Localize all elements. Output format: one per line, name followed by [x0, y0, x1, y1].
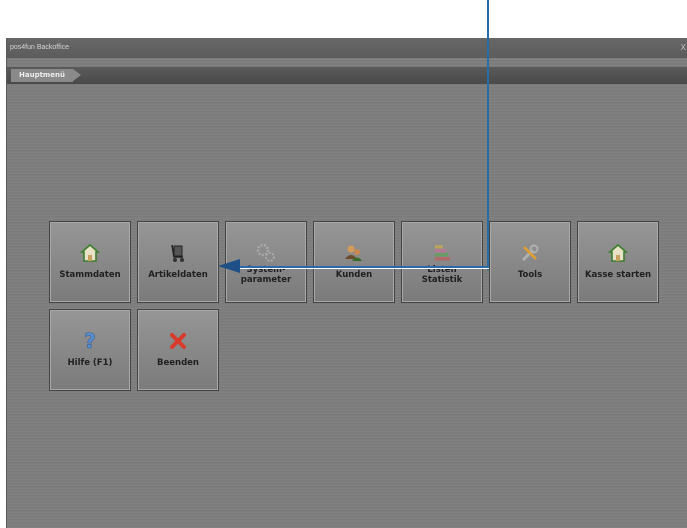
breadcrumb-hauptmenu[interactable]: Hauptmenü: [11, 69, 73, 82]
tile-stammdaten[interactable]: Stammdaten: [49, 221, 131, 303]
tile-label: Kasse starten: [584, 270, 652, 280]
tile-label: Stammdaten: [59, 270, 121, 280]
house-icon: [578, 242, 658, 264]
tile-beenden[interactable]: Beenden: [137, 309, 219, 391]
annotation-line-vertical: [487, 0, 489, 270]
tile-label: Hilfe (F1): [67, 358, 113, 368]
tile-kunden[interactable]: Kunden: [313, 221, 395, 303]
tile-label: Artikeldaten: [148, 270, 208, 280]
breadcrumb-bar: Hauptmenü: [7, 67, 687, 84]
tile-artikeldaten[interactable]: Artikeldaten: [137, 221, 219, 303]
tile-tools[interactable]: Tools: [489, 221, 571, 303]
annotation-line-horizontal: [236, 266, 489, 268]
tile-hilfe[interactable]: ? Hilfe (F1): [49, 309, 131, 391]
svg-text:?: ?: [84, 330, 96, 352]
house-icon: [50, 242, 130, 264]
window-title: pos4fun Backoffice: [10, 44, 70, 51]
trolley-icon: [138, 242, 218, 264]
tile-kasse-starten[interactable]: Kasse starten: [577, 221, 659, 303]
tile-label: Kunden: [335, 270, 373, 280]
tile-label: Beenden: [157, 358, 199, 368]
close-x-icon: [138, 330, 218, 352]
window-close-button[interactable]: X: [681, 38, 686, 58]
customers-icon: [314, 242, 394, 264]
tile-label: Tools: [517, 270, 543, 280]
breadcrumb-arrow: [73, 69, 81, 81]
title-bar: pos4fun Backoffice X: [7, 38, 687, 58]
app-window: pos4fun Backoffice X Hauptmenü Stammdate…: [6, 38, 687, 528]
stacked-bars-icon: [402, 242, 482, 264]
tile-listen-statistik[interactable]: Listen Statistik: [401, 221, 483, 303]
tools-icon: [490, 242, 570, 264]
annotation-arrowhead: [218, 259, 240, 273]
question-icon: ?: [50, 330, 130, 352]
